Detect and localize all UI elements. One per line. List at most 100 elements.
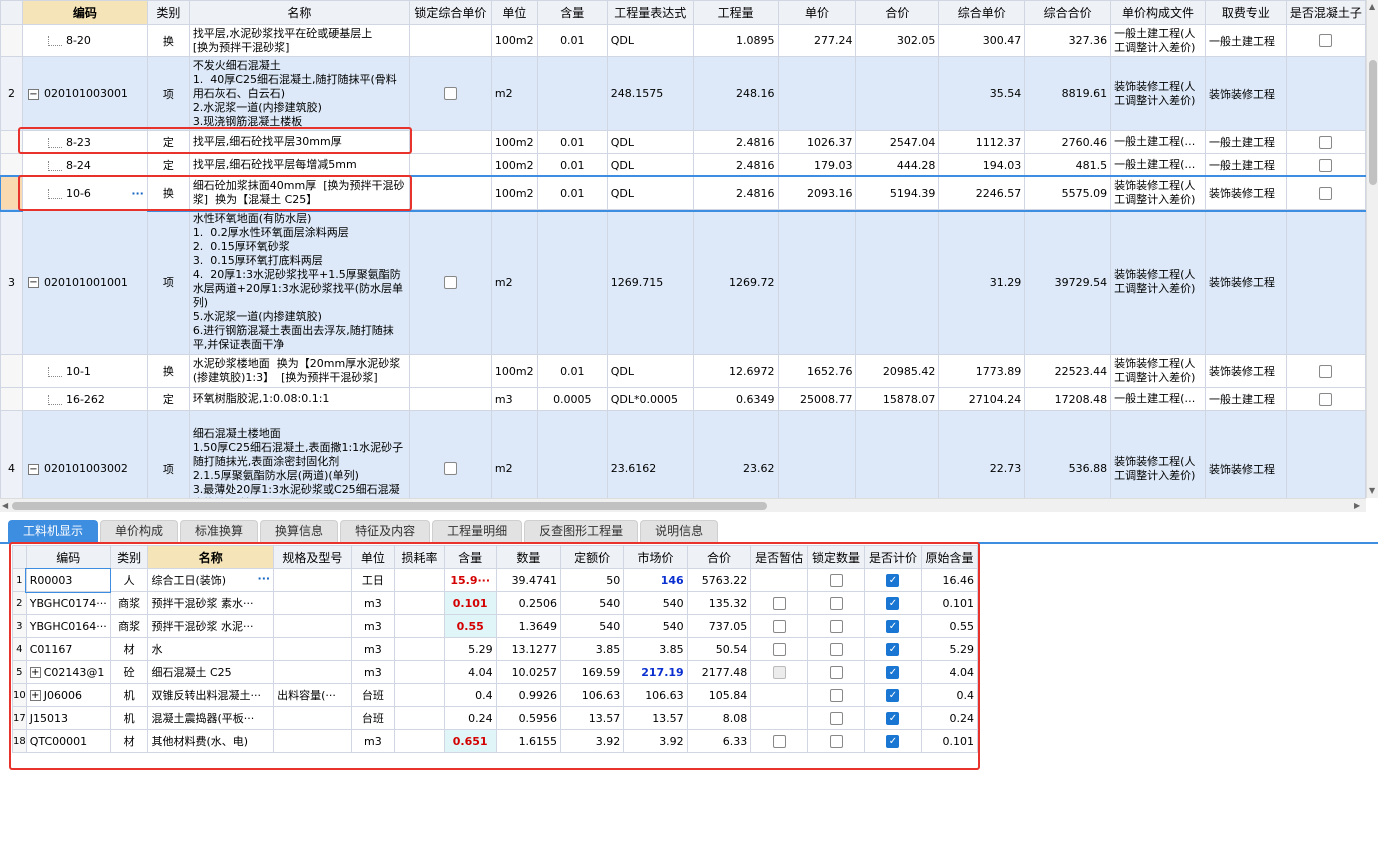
name-cell[interactable]: 细石混凝土楼地面 1.50厚C25细石混凝土,表面撒1:1水泥砂子随打随抹光,表… (188, 410, 410, 498)
res-total-cell[interactable]: 6.33 (686, 729, 752, 753)
res-col-loss[interactable]: 损耗率 (394, 545, 445, 569)
res-content-cell[interactable]: 0.55 (443, 614, 497, 638)
qty-cell[interactable]: 12.6972 (692, 354, 779, 388)
total-cell[interactable]: 444.28 (855, 153, 940, 177)
res-qty-cell[interactable]: 1.3649 (495, 614, 562, 638)
res-priced-cell[interactable]: ✓ (864, 591, 922, 615)
res-code-cell[interactable]: YBGHC0164··· (25, 614, 111, 638)
res-col-market-price[interactable]: 市场价 (623, 545, 688, 569)
price-file-cell[interactable]: 一般土建工程(… (1110, 387, 1206, 411)
res-content-cell[interactable]: 0.4 (443, 683, 497, 707)
res-unit-cell[interactable]: 台班 (350, 683, 396, 707)
tab-description[interactable]: 说明信息 (640, 520, 719, 542)
fee-spec-cell[interactable]: 一般土建工程 (1205, 24, 1287, 57)
res-content-cell[interactable]: 0.101 (443, 591, 497, 615)
res-orig-cell[interactable]: 0.101 (920, 591, 979, 615)
qty-cell[interactable]: 1269.72 (692, 209, 779, 355)
estimate-checkbox[interactable] (772, 619, 786, 633)
type-cell[interactable]: 换 (146, 176, 190, 210)
res-lockqty-cell[interactable] (807, 637, 866, 661)
code-cell[interactable]: −020101003002 (21, 410, 148, 498)
expr-cell[interactable]: QDL (606, 24, 694, 57)
comp-price-cell[interactable]: 300.47 (938, 24, 1026, 57)
col-header-code[interactable]: 编码 (21, 0, 148, 25)
content-cell[interactable]: 0.01 (536, 153, 608, 177)
comp-price-cell[interactable]: 1112.37 (938, 130, 1026, 154)
col-header-type[interactable]: 类别 (146, 0, 190, 25)
name-cell[interactable]: 细石砼加浆抹面40mm厚 [换为预拌干混砂浆] 换为【混凝土 C25】 (188, 176, 410, 210)
name-cell[interactable]: 找平层,细石砼找平层30mm厚 (188, 130, 410, 154)
concrete-cell[interactable] (1285, 130, 1366, 154)
price-cell[interactable]: 2093.16 (777, 176, 857, 210)
price-file-cell[interactable]: 装饰装修工程(人工调整计入差价) (1110, 209, 1206, 355)
unit-cell[interactable]: m2 (490, 209, 538, 355)
res-loss-cell[interactable] (394, 729, 445, 753)
res-col-lock-qty[interactable]: 锁定数量 (807, 545, 866, 569)
res-qty-cell[interactable]: 1.6155 (495, 729, 562, 753)
col-header-qty[interactable]: 工程量 (692, 0, 779, 25)
res-priced-cell[interactable]: ✓ (864, 614, 922, 638)
code-cell[interactable]: 16-262 (21, 387, 148, 411)
col-header-price-file[interactable]: 单价构成文件 (1110, 0, 1206, 25)
res-total-cell[interactable]: 5763.22 (686, 568, 752, 592)
table-row[interactable]: 8-23 定 找平层,细石砼找平层30mm厚 100m2 0.01 QDL 2.… (0, 130, 1366, 154)
comp-total-cell[interactable]: 2760.46 (1024, 130, 1112, 154)
res-total-cell[interactable]: 105.84 (686, 683, 752, 707)
price-cell[interactable]: 25008.77 (777, 387, 857, 411)
scroll-down-icon[interactable]: ▼ (1369, 486, 1375, 495)
res-lockqty-cell[interactable] (807, 614, 866, 638)
price-file-cell[interactable]: 装饰装修工程(人工调整计入差价) (1110, 176, 1206, 210)
res-total-cell[interactable]: 135.32 (686, 591, 752, 615)
concrete-checkbox[interactable] (1319, 158, 1333, 172)
res-qty-cell[interactable]: 13.1277 (495, 637, 562, 661)
col-header-rownum[interactable] (0, 0, 23, 25)
estimate-checkbox[interactable] (772, 734, 786, 748)
col-header-qty-expr[interactable]: 工程量表达式 (606, 0, 694, 25)
qty-cell[interactable]: 0.6349 (692, 387, 779, 411)
res-lockqty-cell[interactable] (807, 706, 866, 730)
horizontal-scroll-thumb[interactable] (12, 502, 767, 510)
table-row[interactable]: 2 −020101003001 项 不发火细石混凝土 1. 40厚C25细石混凝… (0, 56, 1366, 131)
priced-checkbox[interactable]: ✓ (886, 711, 900, 725)
res-estimate-cell[interactable] (750, 729, 809, 753)
estimate-checkbox[interactable] (772, 596, 786, 610)
tab-unit-price-composition[interactable]: 单价构成 (100, 520, 179, 542)
res-lockqty-cell[interactable] (807, 591, 866, 615)
res-type-cell[interactable]: 材 (109, 729, 149, 753)
comp-price-cell[interactable]: 1773.89 (938, 354, 1026, 388)
resource-row[interactable]: 17 J15013 机 混凝土震捣器(平板··· 台班 0.24 0.5956 … (12, 706, 979, 730)
res-content-cell[interactable]: 0.24 (443, 706, 497, 730)
total-cell[interactable]: 20985.42 (855, 354, 940, 388)
type-cell[interactable]: 定 (146, 153, 190, 177)
concrete-cell[interactable] (1285, 153, 1366, 177)
expr-cell[interactable]: 1269.715 (606, 209, 694, 355)
res-loss-cell[interactable] (394, 706, 445, 730)
type-cell[interactable]: 定 (146, 130, 190, 154)
col-header-is-concrete[interactable]: 是否混凝土子 (1285, 0, 1366, 25)
resource-row[interactable]: 2 YBGHC0174··· 商浆 预拌干混砂浆 素水··· m3 0.101 … (12, 591, 979, 615)
lock-qty-checkbox[interactable] (829, 642, 843, 656)
table-row[interactable]: 3 −020101001001 项 水性环氧地面(有防水层) 1. 0.2厚水性… (0, 209, 1366, 355)
res-unit-cell[interactable]: m3 (350, 729, 396, 753)
fee-spec-cell[interactable]: 装饰装修工程 (1205, 354, 1287, 388)
res-quota-cell[interactable]: 13.57 (560, 706, 625, 730)
lock-cell[interactable] (408, 410, 492, 498)
code-cell[interactable]: 8-23 (21, 130, 148, 154)
resource-row[interactable]: 18 QTC00001 材 其他材料费(水、电) m3 0.651 1.6155… (12, 729, 979, 753)
total-cell[interactable] (855, 209, 940, 355)
res-orig-cell[interactable]: 16.46 (920, 568, 979, 592)
res-priced-cell[interactable]: ✓ (864, 637, 922, 661)
res-unit-cell[interactable]: 台班 (350, 706, 396, 730)
price-cell[interactable]: 1026.37 (777, 130, 857, 154)
res-type-cell[interactable]: 商浆 (109, 591, 149, 615)
concrete-checkbox[interactable] (1319, 186, 1333, 200)
expr-cell[interactable]: QDL (606, 130, 694, 154)
res-market-cell[interactable]: 3.92 (623, 729, 688, 753)
res-estimate-cell[interactable] (750, 614, 809, 638)
comp-total-cell[interactable]: 22523.44 (1024, 354, 1112, 388)
res-model-cell[interactable] (273, 568, 352, 592)
fee-spec-cell[interactable]: 一般土建工程 (1205, 130, 1287, 154)
comp-price-cell[interactable]: 194.03 (938, 153, 1026, 177)
res-loss-cell[interactable] (394, 683, 445, 707)
res-col-is-priced[interactable]: 是否计价 (864, 545, 922, 569)
